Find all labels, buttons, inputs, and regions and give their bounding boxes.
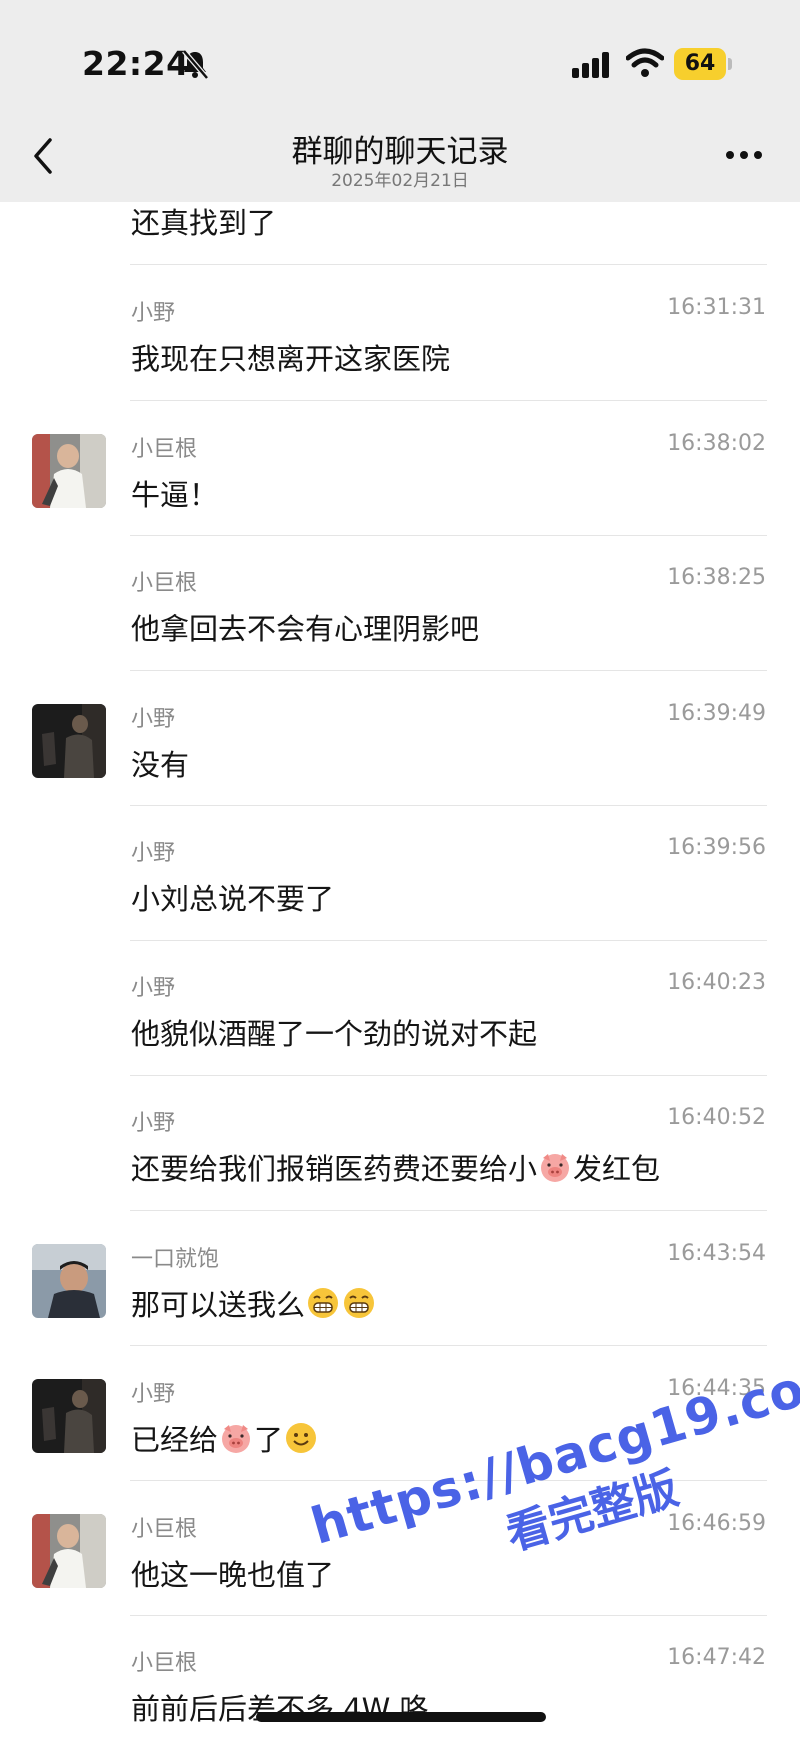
bell-off-icon	[182, 49, 209, 80]
message-text-part: 那可以送我么	[131, 1288, 306, 1322]
message-text: 没有	[131, 748, 190, 782]
pig-icon	[222, 1425, 251, 1453]
sender-name: 小野	[131, 841, 176, 866]
avatar[interactable]	[32, 434, 106, 508]
message-text: 他这一晚也值了	[131, 1558, 335, 1592]
message-text: 他貌似酒醒了一个劲的说对不起	[131, 1017, 538, 1051]
message-item: 小野 16:39:56 小刘总说不要了	[0, 805, 800, 941]
message-text-part: 了	[254, 1423, 284, 1457]
message-time: 16:40:23	[667, 970, 766, 995]
sender-name: 小巨根	[131, 1517, 198, 1542]
chat-history-screen: 还真找到了 小野 16:31:31 我现在只想离开这家医院 小巨根 16:38:…	[0, 0, 800, 1741]
divider	[130, 264, 767, 265]
sender-name: 小巨根	[131, 437, 198, 462]
grin-icon	[344, 1288, 375, 1318]
sender-name: 小野	[131, 301, 176, 326]
grin-icon	[308, 1288, 339, 1318]
message-text-part: 还要给我们报销医药费还要给小	[131, 1152, 538, 1186]
home-indicator[interactable]	[256, 1712, 546, 1722]
message-item: 小野 16:39:49 没有	[0, 670, 800, 806]
avatar[interactable]	[32, 1244, 106, 1318]
sender-name: 小巨根	[131, 571, 198, 596]
message-item: 小巨根 16:38:25 他拿回去不会有心理阴影吧	[0, 535, 800, 671]
message-text: 我现在只想离开这家医院	[131, 342, 451, 376]
message-text: 还要给我们报销医药费还要给小 发红包	[131, 1146, 660, 1188]
message-time: 16:38:25	[667, 565, 766, 590]
pig-icon	[541, 1154, 570, 1182]
message-item: 小野 16:31:31 我现在只想离开这家医院	[0, 266, 800, 401]
top-header: 22:24 64 群聊的聊天记录 2025年02月21日	[0, 0, 800, 202]
avatar[interactable]	[32, 1379, 106, 1453]
message-time: 16:46:59	[667, 1511, 766, 1536]
battery-cap	[728, 58, 732, 70]
message-time: 16:40:52	[667, 1105, 766, 1130]
message-text: 那可以送我么	[131, 1282, 377, 1324]
sender-name: 一口就饱	[131, 1247, 220, 1272]
message-text-part: 已经给	[131, 1423, 219, 1457]
message-text: 小刘总说不要了	[131, 882, 335, 916]
message-item: 小野 16:44:35 已经给 了	[0, 1345, 800, 1481]
message-time: 16:38:02	[667, 431, 766, 456]
message-text: 他拿回去不会有心理阴影吧	[131, 612, 480, 646]
message-time: 16:39:49	[667, 701, 766, 726]
smile-icon	[286, 1423, 317, 1453]
message-item: 小巨根 16:38:02 牛逼！	[0, 400, 800, 536]
wifi-icon	[626, 48, 664, 77]
message-item: 一口就饱 16:43:54 那可以送我么	[0, 1210, 800, 1346]
message-item: 小野 16:40:52 还要给我们报销医药费还要给小 发红包	[0, 1075, 800, 1211]
message-item: 小野 16:40:23 他貌似酒醒了一个劲的说对不起	[0, 940, 800, 1076]
sender-name: 小野	[131, 1111, 176, 1136]
message-text-part: 发红包	[573, 1152, 661, 1186]
ellipsis-icon[interactable]	[724, 148, 764, 162]
message-text: 还真找到了	[131, 206, 277, 240]
message-time: 16:43:54	[667, 1241, 766, 1266]
message-time: 16:44:35	[667, 1376, 766, 1401]
message-item: 小巨根 16:47:42 前前后后差不多 4W 咯	[0, 1615, 800, 1741]
message-time: 16:31:31	[667, 295, 766, 320]
message-time: 16:47:42	[667, 1645, 766, 1670]
sender-name: 小巨根	[131, 1651, 198, 1676]
page-subtitle-date: 2025年02月21日	[331, 171, 469, 191]
cellular-signal-icon	[572, 52, 609, 78]
sender-name: 小野	[131, 976, 176, 1001]
message-item: 小巨根 16:46:59 他这一晚也值了	[0, 1480, 800, 1616]
status-time: 22:24	[82, 44, 190, 83]
message-text: 牛逼！	[131, 478, 219, 512]
avatar[interactable]	[32, 704, 106, 778]
sender-name: 小野	[131, 707, 176, 732]
battery-icon: 64	[674, 48, 726, 80]
sender-name: 小野	[131, 1382, 176, 1407]
message-time: 16:39:56	[667, 835, 766, 860]
avatar[interactable]	[32, 1514, 106, 1588]
message-text: 已经给 了	[131, 1417, 319, 1459]
page-title: 群聊的聊天记录	[291, 134, 509, 170]
